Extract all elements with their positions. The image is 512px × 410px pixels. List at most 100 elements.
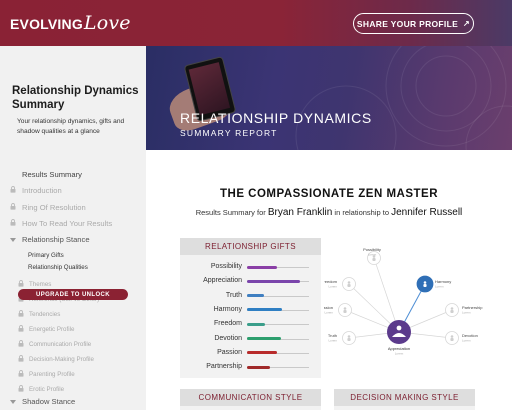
summary-prefix: Results Summary for	[195, 208, 266, 217]
gift-bar	[247, 294, 264, 298]
communication-style-card: COMMUNICATION STYLE	[180, 389, 321, 410]
sidebar-item-label: Relationship Stance	[22, 234, 90, 244]
person-icon-body	[423, 284, 427, 287]
upgrade-button[interactable]: UPGRADE TO UNLOCK	[18, 289, 128, 300]
sidebar: Relationship Dynamics Summary Your relat…	[0, 46, 146, 410]
sidebar-subtitle: Your relationship dynamics, gifts and sh…	[17, 118, 125, 135]
node-sublabel: Lorem	[324, 311, 333, 315]
person-icon	[450, 307, 454, 310]
sidebar-item-erotic-profile[interactable]: Erotic Profile	[0, 383, 146, 395]
person-icon	[450, 335, 454, 338]
gift-bar	[247, 322, 265, 326]
person-icon	[347, 335, 351, 338]
person-icon	[423, 281, 427, 284]
sidebar-item-label: Energetic Profile	[29, 325, 75, 333]
sidebar-item-parenting-profile[interactable]: Parenting Profile	[0, 368, 146, 380]
gifts-diagram: PossibilityLoremHarmonyLoremPartnershipL…	[324, 247, 483, 356]
sidebar-item-relationship-stance[interactable]: Relationship Stance	[0, 233, 146, 245]
gift-label: Harmony	[213, 305, 242, 313]
sidebar-item-ring-of-resolution[interactable]: Ring Of Resolution	[0, 201, 146, 213]
sidebar-item-label: Shadow Stance	[22, 396, 76, 406]
diagram-node: PartnershipLorem	[445, 303, 483, 317]
person-2-name: Jennifer Russell	[391, 207, 463, 218]
sidebar-item-tendencies[interactable]: Tendencies	[0, 308, 146, 320]
node-sublabel: Lorem	[328, 285, 337, 289]
communication-style-heading: COMMUNICATION STYLE	[180, 389, 321, 406]
logo-text: EVOLVING	[10, 16, 83, 32]
logo-script: Love	[83, 12, 131, 34]
sidebar-item-label: Erotic Profile	[29, 385, 65, 393]
sidebar-item-label: Decision-Making Profile	[29, 355, 94, 363]
diagram-node: PossibilityLorem	[363, 247, 381, 265]
person-icon	[343, 307, 347, 310]
sidebar-item-communication-profile[interactable]: Communication Profile	[0, 338, 146, 350]
node-label: Truth	[328, 333, 337, 338]
lock-icon	[18, 385, 24, 394]
brand-logo[interactable]: EVOLVINGLove	[10, 12, 131, 34]
decision-making-style-card: DECISION MAKING STYLE	[334, 389, 475, 410]
top-bar: EVOLVINGLove SHARE YOUR PROFILE ↗	[0, 0, 512, 46]
sidebar-item-energetic-profile[interactable]: Energetic Profile	[0, 323, 146, 335]
meditation-icon	[396, 325, 402, 331]
person-1-name: Bryan Franklin	[267, 207, 333, 218]
sidebar-item-label: Communication Profile	[29, 340, 92, 348]
node-sublabel: Lorem	[435, 285, 444, 289]
center-circle	[387, 320, 411, 344]
node-sublabel: Lorem	[462, 311, 471, 315]
hero-title: RELATIONSHIP DYNAMICS	[180, 110, 372, 126]
center-sublabel: Lorem	[395, 352, 404, 356]
gift-label: Possibility	[210, 263, 242, 270]
diagram-node: FreedomLorem	[324, 277, 356, 291]
sidebar-item-primary-gifts[interactable]: Primary Gifts	[0, 249, 146, 261]
sidebar-item-label: How To Read Your Results	[22, 218, 113, 228]
caret-down-icon	[10, 398, 16, 407]
diagram-node: TruthLorem	[328, 331, 356, 345]
lock-icon	[10, 186, 16, 195]
hero-subtitle: SUMMARY REPORT	[180, 128, 278, 138]
person-icon-body	[343, 310, 347, 313]
sidebar-item-relationship-qualities[interactable]: Relationship Qualities	[0, 261, 146, 273]
node-label: Devotion	[462, 333, 478, 338]
lock-icon	[18, 310, 24, 319]
share-profile-button[interactable]: SHARE YOUR PROFILE ↗	[353, 13, 474, 34]
results-summary-line: Results Summary for Bryan Franklin in re…	[146, 207, 512, 218]
node-sublabel: Lorem	[368, 253, 377, 257]
sidebar-item-label: Results Summary	[22, 169, 82, 179]
diagram-node: PassionLorem	[324, 303, 352, 317]
gift-row: Truth	[180, 290, 321, 302]
person-icon-body	[347, 338, 351, 341]
gift-row: Passion	[180, 347, 321, 359]
person-icon-body	[372, 258, 376, 261]
gift-bar	[247, 279, 301, 283]
sidebar-item-label: Tendencies	[29, 310, 61, 318]
diagram-center-node: AppreciationLorem	[387, 320, 411, 356]
gift-bar	[247, 308, 282, 312]
gift-bar	[247, 337, 282, 340]
diagram-node: DevotionLorem	[445, 331, 478, 345]
gift-row: Harmony	[180, 304, 321, 316]
profile-title: THE COMPASSIONATE ZEN MASTER	[219, 188, 439, 200]
lock-icon	[18, 340, 24, 349]
person-icon-body	[450, 310, 454, 313]
sidebar-item-label: Parenting Profile	[29, 370, 75, 378]
sidebar-item-decision-making-profile[interactable]: Decision-Making Profile	[0, 353, 146, 365]
lock-icon	[18, 280, 24, 289]
node-sublabel: Lorem	[462, 339, 471, 343]
gift-bar	[247, 365, 270, 369]
sidebar-title: Relationship Dynamics Summary	[12, 85, 139, 111]
sidebar-item-introduction[interactable]: Introduction	[0, 184, 146, 196]
sidebar-item-label: Primary Gifts	[28, 251, 64, 259]
sidebar-item-shadow-stance[interactable]: Shadow Stance	[0, 395, 146, 407]
person-icon	[347, 281, 351, 284]
lock-icon	[18, 355, 24, 364]
node-sublabel: Lorem	[328, 339, 337, 343]
sidebar-item-how-to-read-your-results[interactable]: How To Read Your Results	[0, 217, 146, 229]
node-label: Harmony	[435, 279, 451, 284]
gift-row: Devotion	[180, 333, 321, 345]
gift-row: Partnership	[180, 361, 321, 373]
gift-label: Partnership	[206, 363, 242, 371]
sidebar-item-label: Relationship Qualities	[28, 263, 88, 271]
sidebar-item-results-summary[interactable]: Results Summary	[0, 168, 146, 180]
decision-making-style-heading: DECISION MAKING STYLE	[334, 389, 475, 406]
lock-icon	[10, 219, 16, 228]
